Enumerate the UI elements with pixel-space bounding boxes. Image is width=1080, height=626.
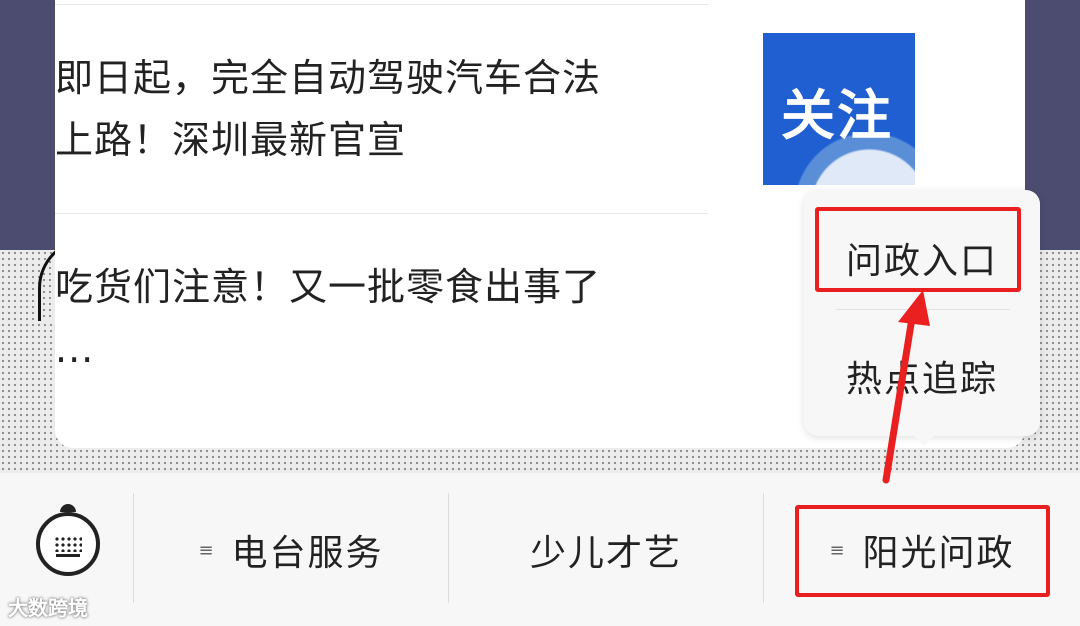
article-thumbnail[interactable]: 关注 <box>763 33 915 185</box>
highlight-box-sunshine-tab <box>795 505 1050 597</box>
popup-divider <box>836 309 1010 310</box>
popup-tail <box>910 432 938 446</box>
tab-kids-talent[interactable]: 少儿才艺 <box>449 520 763 580</box>
tab-label: 电台服务 <box>231 533 384 574</box>
article-title-line: 即日起，完全自动驾驶汽车合法 <box>55 56 602 100</box>
menu-icon: ≡ <box>198 539 214 561</box>
watermark-text: 大数跨境 <box>8 596 88 620</box>
keyboard-icon[interactable] <box>36 512 100 576</box>
article-title-line: 吃货们注意！又一批零食出事了 <box>55 265 602 309</box>
article-item-2[interactable]: 吃货们注意！又一批零食出事了 ... <box>55 256 705 380</box>
thumbnail-text: 关注 <box>781 84 893 147</box>
article-item-1[interactable]: 即日起，完全自动驾驶汽车合法 上路！深圳最新官宣 <box>55 47 705 171</box>
menu-item-hot-tracking[interactable]: 热点追踪 <box>804 350 1040 402</box>
tab-radio-service[interactable]: ≡ 电台服务 <box>134 520 448 580</box>
article-divider <box>55 213 708 214</box>
article-divider <box>55 4 708 5</box>
highlight-box-wenzheng-entry <box>815 207 1021 292</box>
article-title-line: 上路！深圳最新官宣 <box>55 118 407 162</box>
tab-label: 少儿才艺 <box>529 533 682 574</box>
article-title-line: ... <box>55 327 95 371</box>
